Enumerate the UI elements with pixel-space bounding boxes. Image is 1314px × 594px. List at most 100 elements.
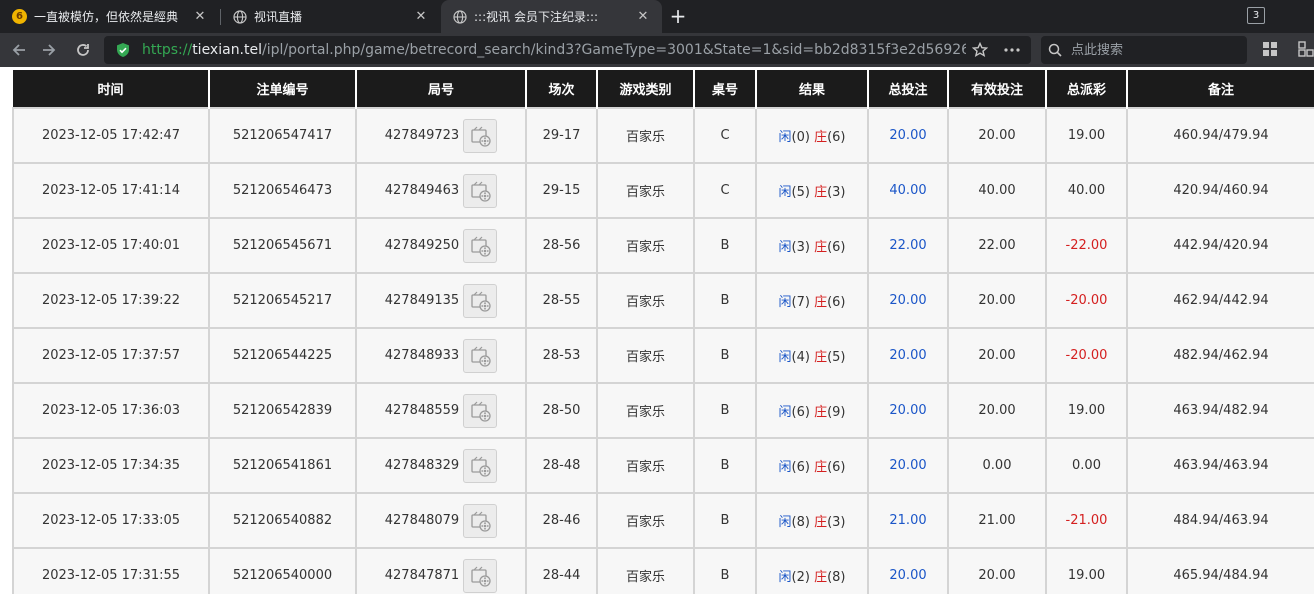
cell-valid-bet: 20.00 (947, 327, 1047, 384)
table-body: 2023-12-05 17:42:47 521206547417 4278497… (12, 107, 1314, 594)
search-input[interactable] (1071, 40, 1241, 60)
cell-valid-bet: 22.00 (947, 217, 1047, 274)
header-time: 时间 (13, 70, 210, 108)
cell-time: 2023-12-05 17:37:57 (12, 327, 210, 384)
round-id: 427848079 (384, 513, 460, 528)
cell-shoe: 29-15 (525, 162, 598, 219)
cell-time: 2023-12-05 17:39:22 (12, 272, 210, 329)
header-shoe: 场次 (526, 70, 598, 108)
cell-result: 闲(3) 庄(6) (755, 217, 869, 274)
cell-total-bet: 20.00 (867, 272, 949, 329)
cell-result: 闲(5) 庄(3) (755, 162, 869, 219)
round-id: 427848329 (384, 458, 460, 473)
tab-strip: 6 一直被模仿，但依然是經典 ✕ 视讯直播 ✕ :::视讯 会员下注纪录::: … (0, 0, 1314, 33)
cell-bet-id: 521206541861 (208, 437, 357, 494)
cell-game-type: 百家乐 (596, 272, 695, 329)
extensions-icon[interactable] (1298, 41, 1314, 57)
cell-game-type: 百家乐 (596, 327, 695, 384)
cell-bet-id: 521206545217 (208, 272, 357, 329)
cell-table-no: B (693, 272, 757, 329)
page-content: 时间 注单编号 局号 场次 游戏类别 桌号 结果 总投注 有效投注 总派彩 备注… (0, 67, 1314, 594)
cell-table-no: C (693, 162, 757, 219)
replay-video-button[interactable] (463, 283, 498, 318)
table-row: 2023-12-05 17:34:35 521206541861 4278483… (12, 437, 1314, 494)
player-score: (6) (791, 460, 810, 475)
header-total-bet: 总投注 (868, 70, 949, 108)
close-icon[interactable]: ✕ (632, 9, 654, 24)
bet-record-table: 时间 注单编号 局号 场次 游戏类别 桌号 结果 总投注 有效投注 总派彩 备注… (12, 70, 1314, 594)
back-button[interactable] (6, 37, 32, 63)
cell-round: 427849135 (355, 272, 527, 329)
cell-payout: -21.00 (1045, 492, 1128, 549)
banker-label: 庄 (814, 515, 828, 530)
banker-label: 庄 (814, 185, 828, 200)
cell-valid-bet: 20.00 (947, 547, 1047, 594)
url-path: /ipl/portal.php/game/betrecord_search/ki… (262, 42, 966, 58)
cell-payout: 19.00 (1045, 107, 1128, 164)
player-label: 闲 (778, 405, 792, 420)
banker-score: (9) (827, 405, 846, 420)
search-box[interactable] (1041, 36, 1247, 64)
cell-bet-id: 521206546473 (208, 162, 357, 219)
cell-total-bet: 21.00 (867, 492, 949, 549)
apps-grid-icon[interactable] (1262, 41, 1278, 57)
url-text[interactable]: https://tiexian.tel/ipl/portal.php/game/… (142, 36, 966, 64)
banker-label: 庄 (814, 570, 828, 585)
replay-video-button[interactable] (463, 118, 498, 153)
film-reel-icon (471, 346, 491, 367)
cell-game-type: 百家乐 (596, 217, 695, 274)
cell-note: 442.94/420.94 (1126, 217, 1314, 274)
cell-payout: -20.00 (1045, 327, 1128, 384)
film-reel-icon (471, 566, 491, 587)
replay-video-button[interactable] (463, 503, 498, 538)
tab-count-badge[interactable]: 3 (1247, 7, 1265, 24)
replay-video-button[interactable] (463, 173, 498, 208)
cell-time: 2023-12-05 17:34:35 (12, 437, 210, 494)
cell-game-type: 百家乐 (596, 437, 695, 494)
cell-round: 427849250 (355, 217, 527, 274)
cell-payout: -22.00 (1045, 217, 1128, 274)
tab-brand[interactable]: 6 一直被模仿，但依然是經典 ✕ (0, 0, 219, 33)
close-icon[interactable]: ✕ (410, 9, 432, 24)
cell-round: 427849463 (355, 162, 527, 219)
cell-shoe: 28-44 (525, 547, 598, 594)
forward-button[interactable] (36, 37, 62, 63)
cell-total-bet: 22.00 (867, 217, 949, 274)
cell-round: 427847871 (355, 547, 527, 594)
banker-label: 庄 (814, 350, 828, 365)
cell-payout: 19.00 (1045, 382, 1128, 439)
tab-bet-record[interactable]: :::视讯 会员下注纪录::: ✕ (441, 0, 662, 33)
player-label: 闲 (778, 570, 792, 585)
cell-table-no: B (693, 547, 757, 594)
reload-button[interactable] (70, 37, 96, 63)
cell-payout: 40.00 (1045, 162, 1128, 219)
film-reel-icon (471, 236, 491, 257)
cell-shoe: 28-55 (525, 272, 598, 329)
more-actions-button[interactable] (1001, 40, 1023, 60)
table-row: 2023-12-05 17:40:01 521206545671 4278492… (12, 217, 1314, 274)
star-icon (972, 42, 988, 58)
banker-score: (3) (827, 185, 846, 200)
player-score: (5) (791, 185, 810, 200)
replay-video-button[interactable] (463, 228, 498, 263)
replay-video-button[interactable] (463, 393, 498, 428)
cell-result: 闲(4) 庄(5) (755, 327, 869, 384)
cell-game-type: 百家乐 (596, 382, 695, 439)
film-reel-icon (471, 456, 491, 477)
tab-live-video[interactable]: 视讯直播 ✕ (221, 0, 440, 33)
replay-video-button[interactable] (463, 338, 498, 373)
player-label: 闲 (778, 185, 792, 200)
address-bar[interactable]: https://tiexian.tel/ipl/portal.php/game/… (104, 36, 1031, 64)
replay-video-button[interactable] (463, 558, 498, 593)
bookmark-star-button[interactable] (969, 40, 991, 60)
cell-time: 2023-12-05 17:33:05 (12, 492, 210, 549)
banker-label: 庄 (814, 240, 828, 255)
player-label: 闲 (778, 295, 792, 310)
round-id: 427849135 (384, 293, 460, 308)
arrow-right-icon (43, 44, 56, 56)
cell-payout: 19.00 (1045, 547, 1128, 594)
close-icon[interactable]: ✕ (189, 9, 211, 24)
cell-total-bet: 20.00 (867, 382, 949, 439)
new-tab-button[interactable]: + (667, 4, 689, 28)
replay-video-button[interactable] (463, 448, 498, 483)
